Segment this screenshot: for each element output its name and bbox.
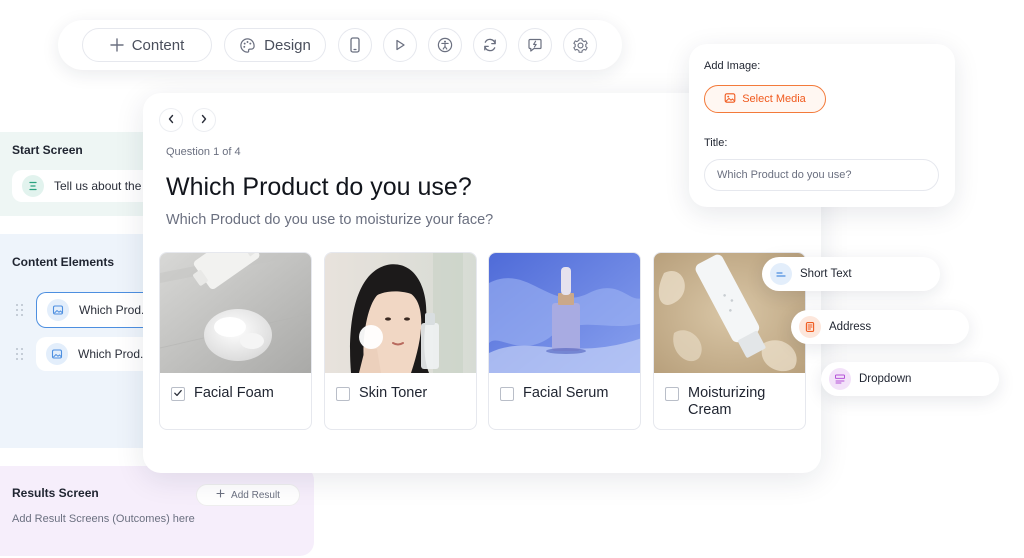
- content-elements-panel: Content Elements Which Prod... Which Pro…: [0, 234, 160, 448]
- field-type-short-text[interactable]: Short Text: [762, 257, 940, 291]
- content-element-label: Which Prod...: [79, 303, 152, 317]
- field-type-label: Dropdown: [859, 373, 912, 385]
- field-type-address[interactable]: Address: [791, 310, 969, 344]
- option-card-facial-foam[interactable]: Facial Foam: [159, 252, 312, 430]
- content-element-label: Which Prod...: [78, 347, 151, 361]
- option-checkbox[interactable]: [665, 387, 679, 401]
- question-subtitle: Which Product do you use to moisturize y…: [166, 212, 494, 228]
- field-type-dropdown[interactable]: Dropdown: [821, 362, 999, 396]
- settings-panel: Add Image: Select Media Title: Which Pro…: [689, 44, 955, 207]
- field-type-label: Address: [829, 321, 872, 333]
- skin-toner-image: [325, 253, 476, 373]
- option-label: Moisturizing Cream: [688, 385, 766, 418]
- plus-icon: [216, 489, 225, 501]
- design-button-label: Design: [264, 36, 311, 54]
- content-element-item[interactable]: Which Prod...: [36, 292, 160, 328]
- accessibility-icon: [437, 37, 453, 53]
- drag-handle-icon[interactable]: [16, 304, 24, 318]
- add-result-label: Add Result: [231, 489, 280, 501]
- chevron-left-icon: [167, 111, 175, 129]
- add-result-button[interactable]: Add Result: [196, 484, 300, 506]
- title-label: Title:: [704, 137, 728, 149]
- accessibility-button[interactable]: [428, 28, 462, 62]
- design-button[interactable]: Design: [224, 28, 326, 62]
- image-icon: [46, 343, 68, 365]
- add-image-label: Add Image:: [704, 60, 761, 72]
- title-input[interactable]: Which Product do you use?: [704, 159, 939, 191]
- option-label: Facial Foam: [194, 385, 274, 401]
- option-checkbox[interactable]: [336, 387, 350, 401]
- question-counter: Question 1 of 4: [166, 146, 241, 158]
- option-card-skin-toner[interactable]: Skin Toner: [324, 252, 477, 430]
- checkmark-icon: [173, 385, 183, 403]
- start-screen-title: Start Screen: [12, 143, 83, 157]
- question-title: Which Product do you use?: [166, 173, 472, 201]
- title-input-value: Which Product do you use?: [717, 169, 852, 181]
- content-element-item[interactable]: Which Prod...: [36, 337, 160, 371]
- content-button-label: Content: [131, 36, 185, 54]
- mobile-preview-button[interactable]: [338, 28, 372, 62]
- next-button[interactable]: [192, 108, 216, 132]
- chevron-right-icon: [200, 111, 208, 129]
- dropdown-icon: [829, 368, 851, 390]
- facial-foam-image: [160, 253, 311, 373]
- option-checkbox-checked[interactable]: [171, 387, 185, 401]
- play-button[interactable]: [383, 28, 417, 62]
- image-icon: [47, 299, 69, 321]
- address-icon: [799, 316, 821, 338]
- start-screen-item-label: Tell us about the p: [54, 179, 152, 193]
- results-screen-panel: Results Screen Add Result Add Result Scr…: [0, 466, 314, 556]
- select-media-button[interactable]: Select Media: [704, 85, 826, 113]
- results-screen-title: Results Screen: [12, 486, 99, 500]
- start-screen-item[interactable]: Tell us about the p: [12, 170, 160, 202]
- content-button[interactable]: Content: [82, 28, 212, 62]
- mobile-icon: [348, 37, 362, 53]
- option-checkbox[interactable]: [500, 387, 514, 401]
- field-type-label: Short Text: [800, 268, 852, 280]
- refresh-icon: [482, 37, 498, 53]
- start-screen-panel: Start Screen Tell us about the p: [0, 132, 160, 216]
- feedback-button[interactable]: [518, 28, 552, 62]
- palette-icon: [239, 37, 256, 54]
- select-media-label: Select Media: [742, 93, 806, 105]
- text-lines-icon: [22, 175, 44, 197]
- drag-handle-icon[interactable]: [16, 348, 24, 362]
- facial-serum-image: [489, 253, 640, 373]
- previous-button[interactable]: [159, 108, 183, 132]
- option-label: Facial Serum: [523, 385, 609, 401]
- image-icon: [724, 92, 736, 107]
- option-card-facial-serum[interactable]: Facial Serum: [488, 252, 641, 430]
- results-hint: Add Result Screens (Outcomes) here: [12, 513, 195, 525]
- gear-icon: [572, 37, 589, 54]
- settings-button[interactable]: [563, 28, 597, 62]
- top-toolbar: Content Design: [58, 20, 622, 70]
- option-label: Skin Toner: [359, 385, 428, 401]
- refresh-button[interactable]: [473, 28, 507, 62]
- play-icon: [393, 38, 407, 52]
- short-text-icon: [770, 263, 792, 285]
- content-elements-title: Content Elements: [12, 255, 115, 269]
- feedback-icon: [527, 37, 543, 53]
- plus-icon: [110, 38, 124, 52]
